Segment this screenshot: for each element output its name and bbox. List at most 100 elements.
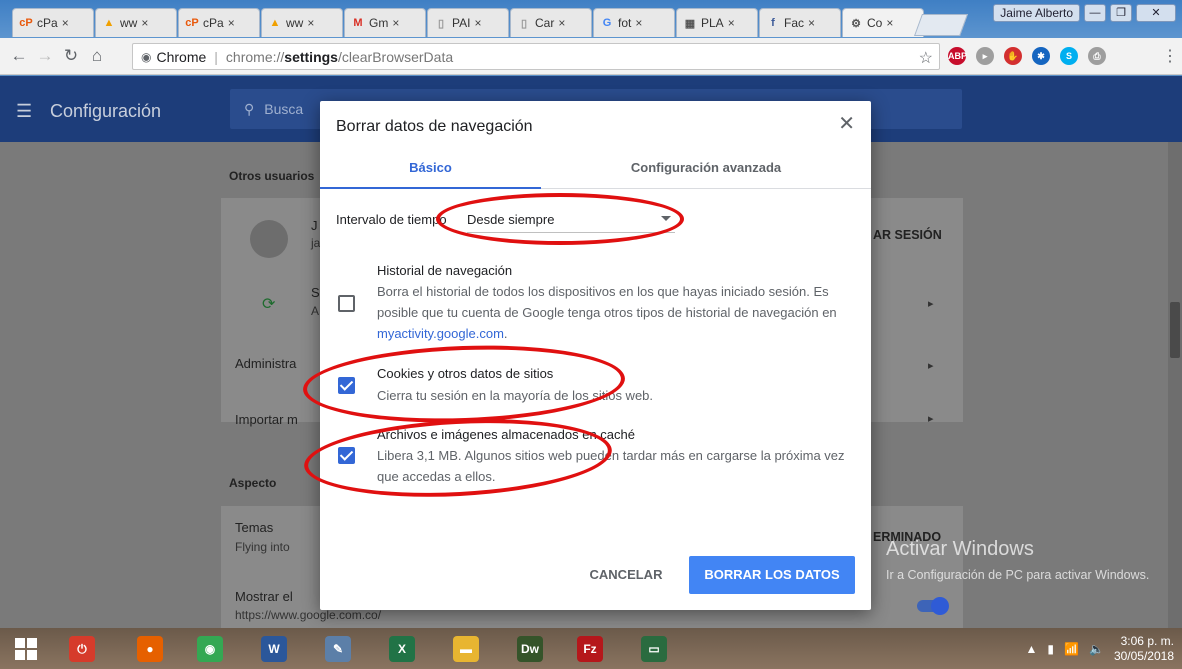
- close-window-button[interactable]: ✕: [1136, 4, 1176, 22]
- tab-basic[interactable]: Básico: [320, 151, 541, 189]
- url-path: /clearBrowserData: [337, 48, 454, 65]
- chevron-right-icon[interactable]: ▸: [928, 412, 934, 425]
- volume-icon[interactable]: 🔈: [1089, 642, 1104, 656]
- pma-icon: ▲: [269, 17, 281, 29]
- myactivity-link[interactable]: myactivity.google.com: [377, 326, 504, 341]
- settings-title: Configuración: [50, 101, 162, 121]
- chevron-right-icon[interactable]: ▸: [928, 297, 934, 310]
- clear-browsing-data-dialog: Borrar datos de navegación ✕ Básico Conf…: [320, 101, 871, 610]
- adblock-icon[interactable]: ABP: [948, 47, 967, 65]
- section-people-label: Otros usuarios: [229, 169, 315, 183]
- chrome-app-button[interactable]: ◉: [190, 632, 230, 666]
- scrollbar-thumb[interactable]: [1170, 302, 1180, 358]
- windows-start-icon[interactable]: [6, 632, 46, 666]
- system-tray: ▲ ▮ 📶 🔈 3:06 p. m. 30/05/2018: [1026, 634, 1174, 664]
- dialog-title: Borrar datos de navegación: [336, 118, 533, 135]
- tab-9[interactable]: f Fac ×: [759, 8, 841, 37]
- pdf-ext-icon[interactable]: ⎙: [1088, 47, 1106, 65]
- reload-icon[interactable]: ↻: [58, 46, 84, 66]
- time-range-select[interactable]: Desde siempre: [467, 209, 675, 233]
- tab-close-icon[interactable]: ×: [141, 16, 148, 30]
- cpanel-icon: cP: [185, 17, 199, 29]
- cookies-option-desc: Cierra tu sesión en la mayoría de los si…: [377, 388, 654, 403]
- minimize-button[interactable]: —: [1084, 4, 1106, 22]
- back-arrow-icon[interactable]: ←: [6, 46, 32, 66]
- close-icon[interactable]: ✕: [838, 114, 855, 134]
- tab-close-icon[interactable]: ×: [228, 16, 235, 30]
- explorer-app-icon: ▬: [453, 636, 479, 662]
- tab-advanced[interactable]: Configuración avanzada: [541, 151, 871, 189]
- tab-5[interactable]: ▯ PAI ×: [427, 8, 509, 37]
- tab-close-icon[interactable]: ×: [808, 16, 815, 30]
- gmail-icon: M: [353, 17, 363, 29]
- word-app-button[interactable]: W: [254, 632, 294, 666]
- forward-arrow-icon[interactable]: →: [32, 46, 58, 66]
- history-checkbox[interactable]: [338, 295, 355, 312]
- sync-sub-text: A: [311, 304, 320, 318]
- home-icon[interactable]: ⌂: [84, 46, 110, 66]
- tab-0[interactable]: cP cPa ×: [12, 8, 94, 37]
- cache-checkbox[interactable]: [338, 447, 355, 464]
- arrow-ext-icon[interactable]: ▸: [976, 47, 994, 65]
- tab-close-icon[interactable]: ×: [307, 16, 314, 30]
- remote-app-button[interactable]: ▭: [634, 632, 674, 666]
- bookmark-star-icon[interactable]: ☆: [919, 48, 933, 68]
- clock-date: 30/05/2018: [1113, 649, 1174, 663]
- themes-row[interactable]: Temas: [235, 520, 273, 535]
- hamburger-menu-icon[interactable]: ☰: [16, 101, 32, 122]
- tab-close-icon[interactable]: ×: [62, 16, 69, 30]
- network-icon[interactable]: 📶: [1064, 642, 1079, 656]
- maximize-button[interactable]: ❐: [1110, 4, 1132, 22]
- tab-close-icon[interactable]: ×: [558, 16, 565, 30]
- windows-logo-icon: [15, 638, 37, 660]
- tab-10[interactable]: ⚙ Co ×: [842, 8, 924, 37]
- tab-close-icon[interactable]: ×: [635, 16, 642, 30]
- notepad-app-icon: ✎: [325, 636, 351, 662]
- cancel-button[interactable]: CANCELAR: [582, 556, 670, 594]
- tab-label: ww: [286, 16, 304, 30]
- tab-6[interactable]: ▯ Car ×: [510, 8, 592, 37]
- doc-icon: ▯: [437, 17, 445, 30]
- tab-4[interactable]: M Gm ×: [344, 8, 426, 37]
- tray-expand-icon[interactable]: ▲: [1026, 642, 1038, 656]
- tab-8[interactable]: ▦ PLA ×: [676, 8, 758, 37]
- tab-3[interactable]: ▲ ww ×: [261, 8, 343, 37]
- home-button-toggle[interactable]: [917, 597, 949, 615]
- omnibox-separator: |: [214, 48, 218, 65]
- stop-ext-icon[interactable]: ✋: [1004, 47, 1022, 65]
- battery-icon[interactable]: ▮: [1047, 642, 1054, 656]
- profile-button[interactable]: Jaime Alberto: [993, 4, 1080, 22]
- clear-data-button[interactable]: BORRAR LOS DATOS: [689, 556, 855, 594]
- address-bar[interactable]: ◉ Chrome | chrome://settings/clearBrowse…: [132, 43, 940, 70]
- firefox-app-button[interactable]: ●: [130, 632, 170, 666]
- history-option-desc: Borra el historial de todos los disposit…: [377, 281, 857, 344]
- tab-label: Co: [867, 16, 883, 30]
- page-scrollbar[interactable]: [1168, 142, 1182, 628]
- tab-close-icon[interactable]: ×: [728, 16, 735, 30]
- tab-7[interactable]: Gfot ×: [593, 8, 675, 37]
- dreamweaver-app-button[interactable]: Dw: [510, 632, 550, 666]
- filezilla-app-icon: Fz: [577, 636, 603, 662]
- new-tab-button[interactable]: [913, 14, 969, 36]
- filezilla-app-button[interactable]: Fz: [570, 632, 610, 666]
- menu-kebab-icon[interactable]: ⋮: [1162, 46, 1178, 66]
- remote-app-icon: ▭: [641, 636, 667, 662]
- cookies-checkbox[interactable]: [338, 377, 355, 394]
- chevron-right-icon[interactable]: ▸: [928, 359, 934, 372]
- shutdown-app-button[interactable]: ⏻: [62, 632, 102, 666]
- skype-ext-icon[interactable]: S: [1060, 47, 1078, 65]
- excel-app-button[interactable]: X: [382, 632, 422, 666]
- tab-2[interactable]: cP cPa ×: [178, 8, 260, 37]
- tab-close-icon[interactable]: ×: [886, 16, 893, 30]
- explorer-app-button[interactable]: ▬: [446, 632, 486, 666]
- manage-users-row[interactable]: Administra: [235, 356, 296, 371]
- sign-out-button[interactable]: AR SESIÓN: [873, 228, 942, 242]
- tab-close-icon[interactable]: ×: [474, 16, 481, 30]
- tab-1[interactable]: ▲ ww ×: [95, 8, 177, 37]
- puzzle-ext-icon[interactable]: ✱: [1032, 47, 1050, 65]
- pma-icon: ▲: [103, 17, 115, 29]
- notepad-app-button[interactable]: ✎: [318, 632, 358, 666]
- import-bookmarks-row[interactable]: Importar m: [235, 412, 298, 427]
- tab-close-icon[interactable]: ×: [392, 16, 399, 30]
- clock[interactable]: 3:06 p. m. 30/05/2018: [1114, 634, 1174, 664]
